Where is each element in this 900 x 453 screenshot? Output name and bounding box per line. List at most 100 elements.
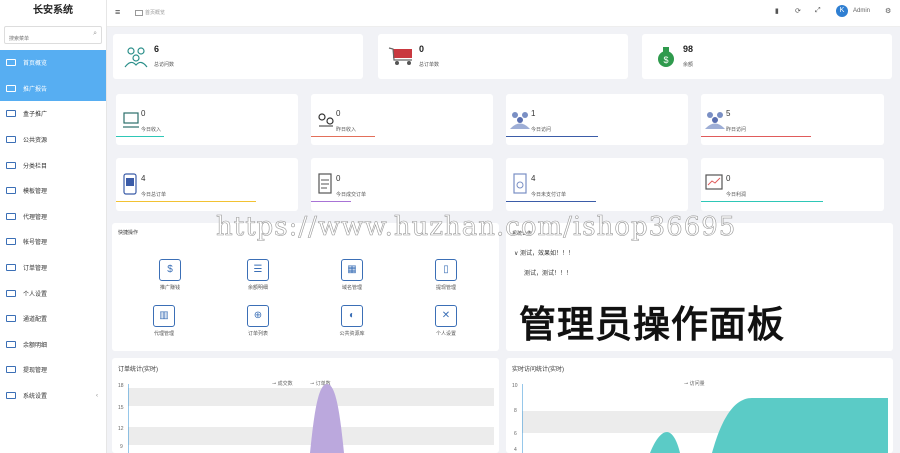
money-icon: $ bbox=[159, 259, 181, 281]
fullscreen-icon[interactable]: ⤢ bbox=[815, 7, 821, 15]
quick-withdraw[interactable]: ▯ 提现管理 bbox=[416, 259, 476, 291]
money-bag-icon: $ bbox=[658, 47, 674, 67]
sidebar-item-balance[interactable]: 余额明细 bbox=[0, 332, 106, 358]
topbar: ≡ 首页概览 ▮ ⟳ ⤢ K Admin ⚙ bbox=[107, 0, 900, 27]
settings-window-icon: ✕ bbox=[435, 305, 457, 327]
invoice-icon bbox=[513, 173, 527, 194]
stat-value: 4 bbox=[141, 174, 146, 183]
quick-label: 提现管理 bbox=[435, 285, 456, 291]
notice-item-content: 测试，测试！！！ bbox=[524, 271, 573, 277]
sidebar-item-promo-report[interactable]: 推广报告 bbox=[0, 75, 106, 102]
quick-profile[interactable]: ✕ 个人设置 bbox=[416, 305, 476, 337]
quick-label: 个人设置 bbox=[435, 331, 456, 337]
orders-chart-panel: 订单统计(实时) ⊸ 成交数 ⊸ 订单数 18 15 12 9 bbox=[112, 358, 499, 453]
sidebar-search[interactable]: ⌕ bbox=[4, 26, 102, 47]
sidebar-item-categories[interactable]: 分类栏目 bbox=[0, 152, 106, 178]
stat-label: 今日总订单 bbox=[141, 192, 167, 198]
grid-band bbox=[128, 427, 494, 445]
stat-label: 今日利润 bbox=[726, 192, 747, 198]
visits-area bbox=[650, 432, 680, 453]
y-tick: 18 bbox=[118, 383, 124, 389]
home-icon bbox=[135, 9, 143, 16]
stat-underline bbox=[116, 136, 164, 137]
template-icon bbox=[6, 187, 16, 195]
gear-icon[interactable]: ⚙ bbox=[885, 7, 891, 15]
stat-card-visits: 6 总访问数 bbox=[113, 34, 363, 79]
stat-card-today-unpaid: 4 今日未支付订单 bbox=[506, 158, 688, 211]
stat-value: 98 bbox=[683, 44, 694, 54]
domain-icon: ▦ bbox=[341, 259, 363, 281]
chevron-left-icon: ‹ bbox=[96, 392, 98, 399]
quick-label: 推广赚钱 bbox=[159, 285, 180, 291]
visitors-icon bbox=[510, 112, 530, 129]
settings-icon bbox=[6, 392, 16, 400]
sidebar-item-agents[interactable]: 代理管理 bbox=[0, 204, 106, 230]
sidebar-item-public-resources[interactable]: 公共资源 bbox=[0, 127, 106, 153]
sidebar-item-label: 首页概览 bbox=[23, 61, 48, 68]
stat-value: 0 bbox=[336, 174, 341, 183]
sidebar-item-withdraw[interactable]: 提现管理 bbox=[0, 357, 106, 383]
stat-value: 1 bbox=[531, 109, 536, 118]
stat-card-today-profit: 0 今日利润 bbox=[701, 158, 884, 211]
sidebar-item-accounts[interactable]: 帐号管理 bbox=[0, 229, 106, 255]
stat-label: 今日访问 bbox=[531, 127, 552, 133]
sidebar-item-label: 推广报告 bbox=[23, 86, 48, 93]
sidebar-item-templates[interactable]: 模板管理 bbox=[0, 178, 106, 204]
stat-card-orders: 0 总订单数 bbox=[378, 34, 628, 79]
stat-label: 昨日访问 bbox=[726, 127, 747, 133]
sidebar-item-label: 分类栏目 bbox=[23, 163, 48, 170]
stat-underline bbox=[506, 136, 598, 137]
sidebar-item-label: 个人设置 bbox=[23, 291, 48, 298]
sidebar: 长安系统 ⌕ 首页概览 推广报告 盒子推广 公共资源 分类栏目 模板管理 代理管… bbox=[0, 0, 107, 453]
balance-icon bbox=[6, 340, 16, 348]
sidebar-item-dashboard[interactable]: 首页概览 bbox=[0, 50, 106, 76]
dashboard-icon bbox=[6, 59, 16, 67]
report-icon bbox=[6, 84, 16, 92]
sidebar-item-label: 帐号管理 bbox=[23, 240, 48, 247]
menu-search-input[interactable] bbox=[5, 31, 85, 47]
quick-promo[interactable]: $ 推广赚钱 bbox=[140, 259, 200, 291]
search-icon[interactable]: ⌕ bbox=[93, 30, 97, 38]
sidebar-item-settings[interactable]: 系统设置 ‹ bbox=[0, 383, 106, 409]
quick-agents[interactable]: ▥ 代理管理 bbox=[134, 305, 194, 337]
quick-balance[interactable]: ☰ 余额明细 bbox=[228, 259, 288, 291]
cart-icon: ⊕ bbox=[247, 305, 269, 327]
phone-icon: ▯ bbox=[435, 259, 457, 281]
sidebar-item-profile[interactable]: 个人设置 bbox=[0, 280, 106, 306]
sidebar-item-box-promo[interactable]: 盒子推广 bbox=[0, 101, 106, 127]
user-name[interactable]: Admin bbox=[853, 8, 870, 14]
stat-label: 余额 bbox=[683, 62, 694, 68]
notice-item-title[interactable]: ∨ 测试，效果如！！！ bbox=[514, 248, 574, 257]
stat-label: 总访问数 bbox=[154, 62, 175, 68]
sidebar-item-orders[interactable]: 订单管理 bbox=[0, 255, 106, 281]
quick-orders[interactable]: ⊕ 订单列表 bbox=[228, 305, 288, 337]
stat-label: 今日成交订单 bbox=[336, 192, 367, 198]
sidebar-item-label: 提现管理 bbox=[23, 368, 48, 375]
quick-label: 公共资源库 bbox=[339, 331, 365, 337]
quick-domains[interactable]: ▦ 域名管理 bbox=[322, 259, 382, 291]
menu-toggle-icon[interactable]: ≡ bbox=[115, 7, 120, 17]
sidebar-item-channels[interactable]: 通道配置 bbox=[0, 306, 106, 332]
shop-icon: ▥ bbox=[153, 305, 175, 327]
profit-chart-icon bbox=[705, 174, 723, 190]
trash-icon[interactable]: ▮ bbox=[775, 7, 779, 15]
sidebar-item-label: 模板管理 bbox=[23, 189, 48, 196]
y-tick: 8 bbox=[514, 408, 517, 414]
visitors-icon bbox=[705, 112, 725, 129]
refresh-icon[interactable]: ⟳ bbox=[795, 7, 801, 15]
breadcrumb[interactable]: 首页概览 bbox=[135, 9, 165, 16]
sidebar-item-label: 订单管理 bbox=[23, 266, 48, 273]
income-icon bbox=[123, 112, 139, 128]
stat-label: 今日未支付订单 bbox=[531, 192, 567, 198]
stat-card-today-visits: 1 今日访问 bbox=[506, 94, 688, 145]
quick-label: 余额明细 bbox=[247, 285, 268, 291]
profile-icon bbox=[6, 289, 16, 297]
y-tick: 9 bbox=[120, 444, 123, 450]
quick-public-resources[interactable]: ◐ 公共资源库 bbox=[322, 305, 382, 337]
coins-icon bbox=[318, 113, 334, 127]
stat-underline bbox=[506, 201, 596, 202]
stat-value: 5 bbox=[726, 109, 731, 118]
quick-label: 订单列表 bbox=[247, 331, 268, 337]
avatar[interactable]: K bbox=[836, 5, 848, 17]
sidebar-item-label: 代理管理 bbox=[23, 214, 48, 221]
